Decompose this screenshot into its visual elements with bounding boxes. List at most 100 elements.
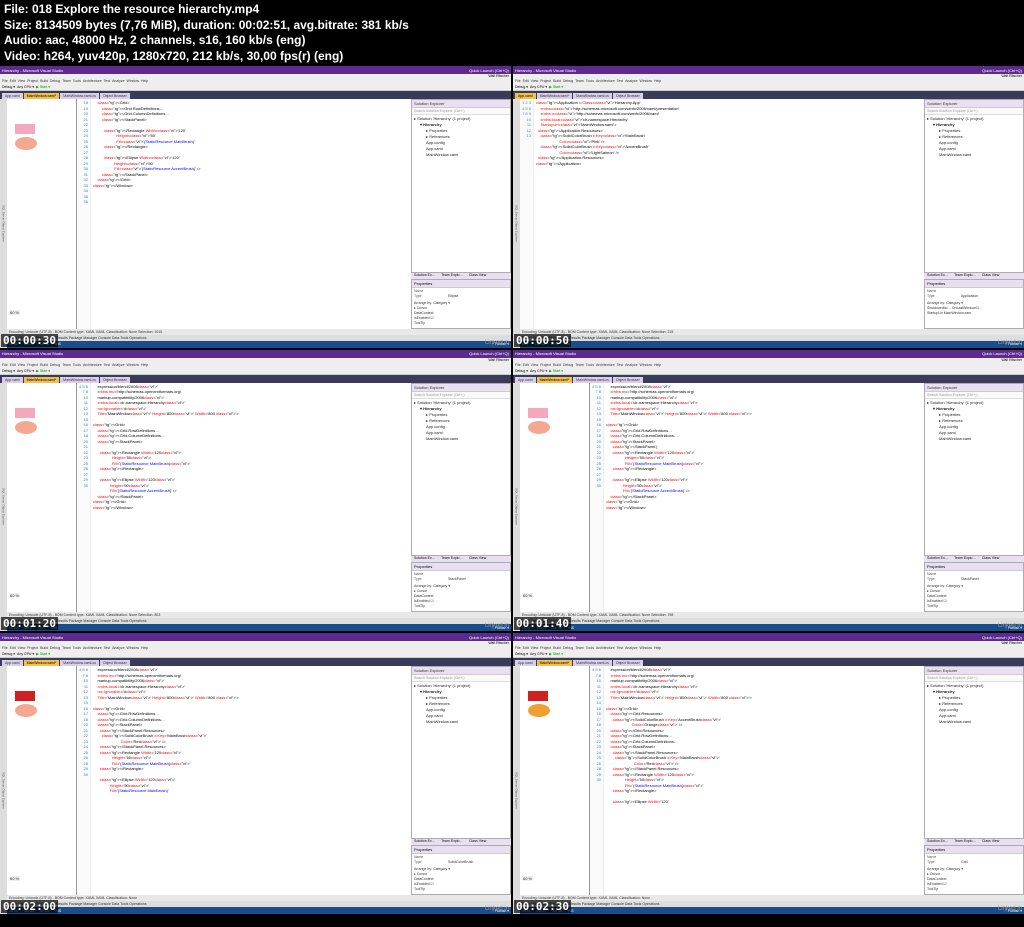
prop-tooltip[interactable]: ToolTip [927, 887, 1021, 892]
config-platform[interactable]: Any CPU ▾ [17, 85, 34, 89]
menu-item[interactable]: Debug [50, 646, 60, 650]
menu-item[interactable]: Test [617, 363, 623, 367]
menu-item[interactable]: Window [640, 646, 652, 650]
designer-rectangle[interactable] [15, 124, 35, 134]
menu-item[interactable]: Project [540, 646, 551, 650]
start-button[interactable]: ▶ Start ▾ [36, 652, 50, 656]
prop-tooltip[interactable]: ToolTip [927, 604, 1021, 609]
menu-item[interactable]: View [531, 363, 539, 367]
window-titlebar[interactable]: Hierarchy - Microsoft Visual Studio Quic… [0, 633, 511, 641]
xaml-designer[interactable]: 60 % [7, 383, 77, 612]
menu-item[interactable]: Architecture [83, 646, 102, 650]
menu-item[interactable]: Window [640, 79, 652, 83]
config-debug[interactable]: Debug ▾ [515, 369, 528, 373]
config-platform[interactable]: Any CPU ▾ [530, 369, 547, 373]
code-content[interactable]: expression/blend/2008class="vl">' xmlns:… [604, 666, 924, 895]
menu-item[interactable]: Build [40, 646, 48, 650]
designer-ellipse[interactable] [15, 137, 37, 150]
designer-ellipse[interactable] [528, 704, 550, 717]
code-editor[interactable]: 18 19 20 21 22 23 24 25 26 27 28 29 30 3… [77, 99, 411, 328]
config-platform[interactable]: Any CPU ▾ [530, 652, 547, 656]
menu-item[interactable]: Project [27, 646, 38, 650]
toolbar[interactable]: Debug ▾ Any CPU ▾ ▶ Start ▾ [513, 368, 1024, 375]
menu-item[interactable]: Project [27, 79, 38, 83]
menu-item[interactable]: Tools [586, 363, 594, 367]
menu-item[interactable]: Architecture [83, 79, 102, 83]
solution-search[interactable]: Search Solution Explorer (Ctrl+;) [412, 108, 510, 115]
menu-item[interactable]: Build [40, 79, 48, 83]
sidebar-sql-explorer[interactable]: SQL Server Object Explorer [0, 666, 7, 914]
code-content[interactable]: class="tg"><Grid> class="tg"><Grid.RowDe… [91, 99, 411, 328]
menu-item[interactable]: View [18, 79, 26, 83]
quick-launch[interactable]: Quick Launch (Ctrl+Q) [469, 351, 509, 356]
prop-tooltip[interactable]: ToolTip [414, 321, 508, 326]
properties-panel[interactable]: Properties Name TypeSolidColorBrush Arra… [411, 845, 511, 895]
menu-item[interactable]: Build [40, 363, 48, 367]
solution-tree[interactable]: ▸ Solution 'Hierarchy' (1 project) ▾ Hie… [925, 682, 1023, 726]
menu-item[interactable]: Analyze [625, 363, 637, 367]
menu-item[interactable]: Edit [523, 646, 529, 650]
toolbar[interactable]: Debug ▾ Any CPU ▾ ▶ Start ▾ [0, 368, 511, 375]
mainwindow-node[interactable]: MainWindow.xaml [414, 152, 508, 158]
menu-item[interactable]: Help [141, 79, 148, 83]
menu-item[interactable]: Team [575, 79, 584, 83]
zoom-percent[interactable]: 60 % [522, 593, 533, 598]
menu-item[interactable]: Help [654, 79, 661, 83]
menu-item[interactable]: Team [62, 79, 71, 83]
solution-search[interactable]: Search Solution Explorer (Ctrl+;) [925, 392, 1023, 399]
menu-item[interactable]: Analyze [112, 79, 124, 83]
code-content[interactable]: expression/blend/2008class="vl">' xmlns:… [91, 666, 411, 895]
document-tabs[interactable]: App.xaml MainWindow.xaml* MainWindow.xam… [513, 91, 1024, 99]
menu-item[interactable]: Tools [73, 363, 81, 367]
menu-item[interactable]: Help [654, 646, 661, 650]
menu-item[interactable]: Tools [586, 79, 594, 83]
config-debug[interactable]: Debug ▾ [515, 85, 528, 89]
menu-item[interactable]: View [18, 646, 26, 650]
menu-item[interactable]: Tools [73, 79, 81, 83]
menu-item[interactable]: Analyze [625, 79, 637, 83]
document-tabs[interactable]: App.xaml MainWindow.xaml* MainWindow.xam… [0, 375, 511, 383]
mainwindow-node[interactable]: MainWindow.xaml [927, 719, 1021, 725]
menu-item[interactable]: File [515, 363, 521, 367]
toolbar[interactable]: Debug ▾ Any CPU ▾ ▶ Start ▾ [513, 651, 1024, 658]
designer-rectangle[interactable] [15, 691, 35, 701]
menu-item[interactable]: Team [62, 646, 71, 650]
menu-item[interactable]: Window [127, 79, 139, 83]
menu-item[interactable]: Edit [10, 646, 16, 650]
menu-item[interactable]: Edit [10, 79, 16, 83]
solution-explorer[interactable]: Solution Explorer Search Solution Explor… [411, 666, 511, 839]
menu-item[interactable]: Test [104, 363, 110, 367]
sidebar-sql-explorer[interactable]: SQL Server Object Explorer [0, 99, 7, 347]
mainwindow-node[interactable]: MainWindow.xaml [927, 436, 1021, 442]
mainwindow-node[interactable]: MainWindow.xaml [414, 719, 508, 725]
toolbar[interactable]: Debug ▾ Any CPU ▾ ▶ Start ▾ [0, 651, 511, 658]
menu-item[interactable]: Architecture [83, 363, 102, 367]
menu-item[interactable]: Edit [523, 79, 529, 83]
solution-search[interactable]: Search Solution Explorer (Ctrl+;) [412, 392, 510, 399]
menu-item[interactable]: Test [104, 646, 110, 650]
menu-item[interactable]: Tools [73, 646, 81, 650]
menu-item[interactable]: Project [27, 363, 38, 367]
solution-explorer[interactable]: Solution Explorer Search Solution Explor… [924, 666, 1024, 839]
solution-search[interactable]: Search Solution Explorer (Ctrl+;) [412, 675, 510, 682]
menu-item[interactable]: Debug [50, 363, 60, 367]
menu-item[interactable]: File [2, 363, 8, 367]
properties-panel[interactable]: Properties Name TypeGrid Arrange by: Cat… [924, 845, 1024, 895]
menu-item[interactable]: Test [104, 79, 110, 83]
start-button[interactable]: ▶ Start ▾ [36, 369, 50, 373]
start-button[interactable]: ▶ Start ▾ [36, 85, 50, 89]
zoom-percent[interactable]: 60 % [522, 876, 533, 881]
sidebar-sql-explorer[interactable]: SQL Server Object Explorer [513, 383, 520, 631]
menu-item[interactable]: Debug [563, 363, 573, 367]
designer-rectangle[interactable] [15, 408, 35, 418]
designer-rectangle[interactable] [528, 691, 548, 701]
mainwindow-node[interactable]: MainWindow.xaml [927, 152, 1021, 158]
solution-explorer[interactable]: Solution Explorer Search Solution Explor… [924, 383, 1024, 556]
code-editor[interactable]: 4 5 6 7 8 10 11 12 13 15 16 17 18 20 21 … [590, 383, 924, 612]
solution-explorer[interactable]: Solution Explorer Search Solution Explor… [411, 99, 511, 272]
document-tabs[interactable]: App.xaml MainWindow.xaml* MainWindow.xam… [513, 375, 1024, 383]
solution-tree[interactable]: ▸ Solution 'Hierarchy' (1 project) ▾ Hie… [412, 399, 510, 443]
menu-item[interactable]: File [2, 646, 8, 650]
prop-tooltip[interactable]: ToolTip [414, 887, 508, 892]
sidebar-sql-explorer[interactable]: SQL Server Object Explorer [513, 666, 520, 914]
